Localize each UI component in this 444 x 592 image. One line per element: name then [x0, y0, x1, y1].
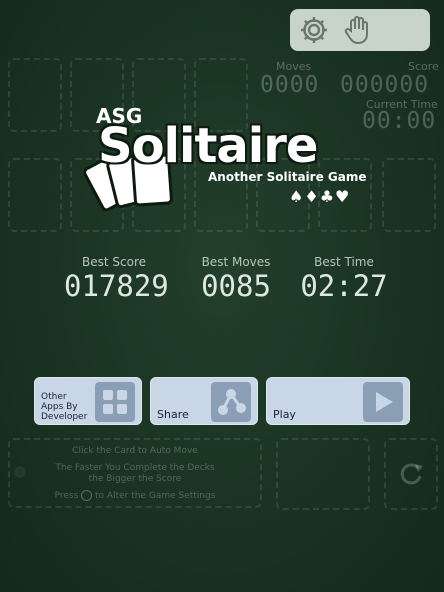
foundation-slot[interactable]	[8, 58, 62, 132]
best-time-value: 02:27	[300, 269, 388, 303]
score-value: 000000	[340, 72, 430, 98]
best-score-value: 017829	[64, 269, 169, 303]
tableau-slot[interactable]	[382, 158, 436, 232]
gear-icon[interactable]	[298, 14, 330, 46]
best-score: Best Score 017829	[64, 255, 169, 303]
top-toolbar	[290, 9, 430, 51]
other-apps-button[interactable]: Other Apps By Developer	[34, 377, 142, 425]
redeal-icon	[400, 463, 423, 485]
best-score-label: Best Score	[82, 255, 146, 269]
best-time-label: Best Time	[314, 255, 374, 269]
hand-icon[interactable]	[342, 14, 374, 46]
best-moves-label: Best Moves	[201, 255, 271, 269]
share-icon	[211, 382, 251, 422]
hint-faster: The Faster You Complete the Decks	[55, 463, 215, 473]
hints-panel: Click the Card to Auto Move The Faster Y…	[8, 438, 262, 508]
moves-value: 0000	[260, 72, 320, 98]
logo-title: Solitaire	[98, 118, 318, 174]
best-time: Best Time 02:27	[294, 255, 394, 303]
share-label: Share	[157, 408, 189, 421]
grid-icon	[95, 382, 135, 422]
stock-slot[interactable]	[384, 438, 438, 510]
current-time-value: 00:00	[362, 108, 437, 134]
play-button[interactable]: Play	[266, 377, 410, 425]
hint-auto-move: Click the Card to Auto Move	[72, 446, 198, 456]
waste-slot[interactable]	[276, 438, 370, 510]
tableau-slot[interactable]	[8, 158, 62, 232]
best-moves: Best Moves 0085	[186, 255, 286, 303]
hint-settings: Press to Alter the Game Settings	[54, 490, 216, 501]
logo-suits: ♠♦♣♥	[289, 187, 351, 206]
gear-small-icon	[81, 490, 93, 501]
other-apps-label: Other Apps By Developer	[41, 392, 88, 422]
play-label: Play	[273, 408, 296, 421]
play-icon	[363, 382, 403, 422]
hint-bigger-score: the Bigger the Score	[88, 474, 182, 484]
logo-subtitle: Another Solitaire Game	[208, 170, 367, 184]
best-moves-value: 0085	[201, 269, 271, 303]
hint-dot-icon	[14, 466, 26, 478]
share-button[interactable]: Share	[150, 377, 258, 425]
